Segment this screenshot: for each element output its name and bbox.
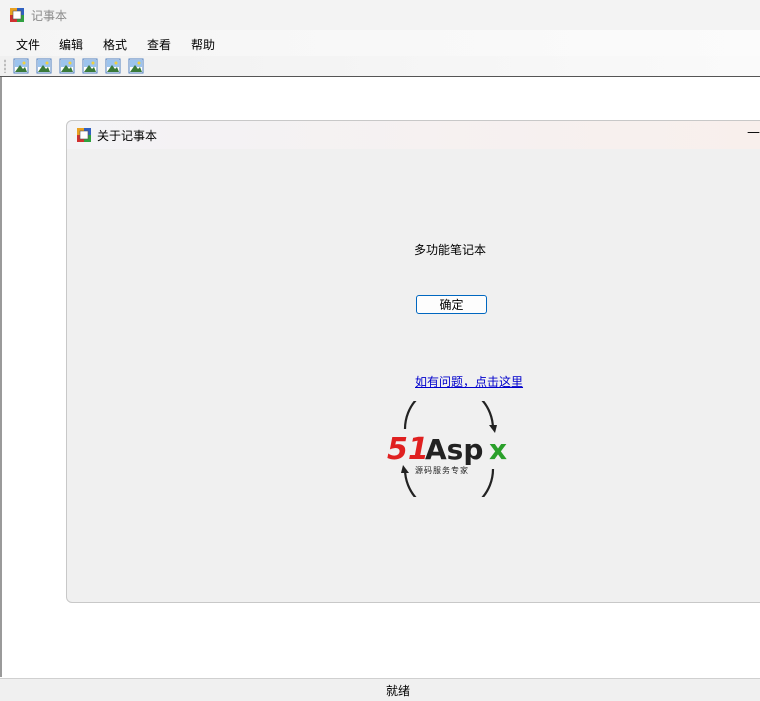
window-title: 记事本 xyxy=(31,9,68,23)
image-icon xyxy=(36,58,52,74)
dialog-app-icon xyxy=(77,128,91,142)
menu-file[interactable]: 文件 xyxy=(16,36,40,53)
minimize-icon[interactable]: — xyxy=(747,125,760,140)
51aspx-logo: 51 Asp x 源码服务专家 xyxy=(387,401,507,497)
svg-text:51: 51 xyxy=(387,432,429,467)
dialog-title-bar[interactable]: 关于记事本 — xyxy=(67,121,760,149)
image-icon xyxy=(82,58,98,74)
toolbar-button-6[interactable] xyxy=(128,58,144,74)
app-icon xyxy=(10,8,24,22)
toolbar-button-5[interactable] xyxy=(105,58,121,74)
ok-button[interactable]: 确定 xyxy=(416,295,487,314)
toolbar-button-2[interactable] xyxy=(36,58,52,74)
image-icon xyxy=(128,58,144,74)
image-icon xyxy=(13,58,29,74)
menu-edit[interactable]: 编辑 xyxy=(59,36,83,53)
image-icon xyxy=(59,58,75,74)
about-dialog: 关于记事本 — 多功能笔记本 确定 如有问题，点击这里 51 Asp x 源码服… xyxy=(66,120,760,603)
toolbar-grip[interactable] xyxy=(4,59,6,73)
menu-view[interactable]: 查看 xyxy=(147,36,171,53)
help-link[interactable]: 如有问题，点击这里 xyxy=(415,373,523,390)
svg-text:Asp: Asp xyxy=(425,433,483,466)
product-name-label: 多功能笔记本 xyxy=(414,243,487,257)
status-bar: 就绪 xyxy=(0,678,760,701)
menu-bar: 文件 编辑 格式 查看 帮助 xyxy=(0,30,760,56)
toolbar xyxy=(0,56,760,77)
svg-text:x: x xyxy=(489,433,507,466)
svg-text:源码服务专家: 源码服务专家 xyxy=(415,465,469,475)
dialog-title: 关于记事本 xyxy=(97,129,158,143)
toolbar-button-4[interactable] xyxy=(82,58,98,74)
title-bar: 记事本 xyxy=(0,0,760,30)
toolbar-button-3[interactable] xyxy=(59,58,75,74)
menu-help[interactable]: 帮助 xyxy=(191,36,215,53)
image-icon xyxy=(105,58,121,74)
toolbar-button-1[interactable] xyxy=(13,58,29,74)
menu-format[interactable]: 格式 xyxy=(103,36,127,53)
status-text: 就绪 xyxy=(386,684,411,698)
